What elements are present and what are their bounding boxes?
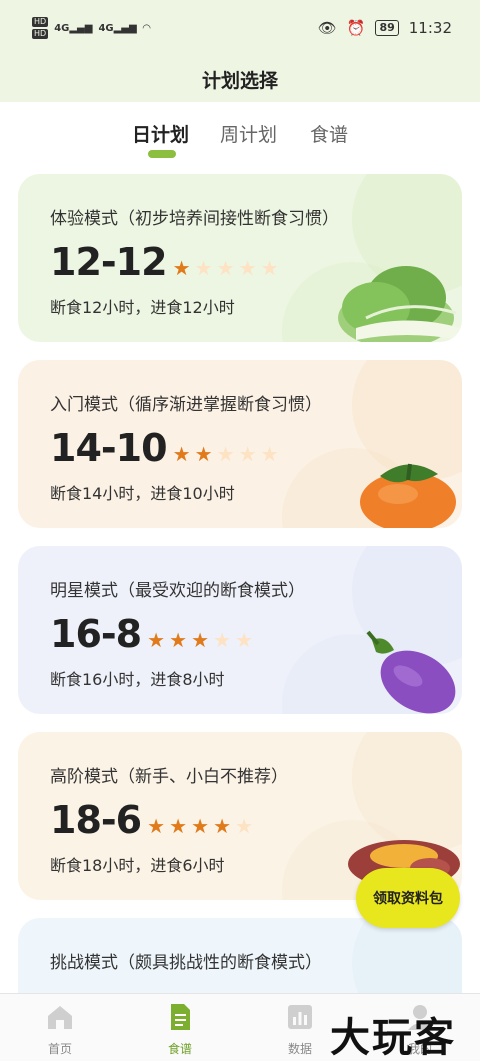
tab-daily[interactable]: 日计划 bbox=[132, 120, 189, 147]
status-left: HD HD 4G▂▄▆ 4G▂▄▆ ◠ bbox=[32, 17, 150, 39]
plan-card-star[interactable]: 明星模式（最受欢迎的断食模式） 16-8 ★ ★ ★ ★ ★ 断食16小时，进食8小时 bbox=[18, 546, 462, 714]
document-icon bbox=[171, 1004, 190, 1030]
signal-icon: 4G▂▄▆ bbox=[54, 22, 93, 34]
plan-code: 16-8 bbox=[50, 612, 142, 656]
difficulty-stars: ★ ★ ★ ★ ★ bbox=[171, 444, 281, 464]
tab-active-indicator bbox=[148, 150, 176, 158]
plan-tabs: 日计划 周计划 食谱 bbox=[0, 114, 480, 164]
star-empty-icon: ★ bbox=[238, 442, 257, 466]
nav-item-data[interactable]: 数据 bbox=[260, 994, 340, 1057]
nav-item-home[interactable]: 首页 bbox=[20, 994, 100, 1057]
hd-badge: HD bbox=[32, 17, 49, 27]
tab-recipes[interactable]: 食谱 bbox=[310, 120, 348, 147]
star-filled-icon: ★ bbox=[191, 628, 210, 652]
plan-mode-row: 14-10 ★ ★ ★ ★ ★ bbox=[50, 426, 281, 470]
clock: 11:32 bbox=[408, 19, 452, 37]
alarm-icon: ⏰ bbox=[346, 19, 366, 37]
plan-summary: 断食14小时，进食10小时 bbox=[50, 484, 235, 503]
persimmon-icon bbox=[360, 463, 456, 528]
hd-badge: HD bbox=[32, 29, 49, 39]
star-empty-icon: ★ bbox=[260, 442, 279, 466]
star-filled-icon: ★ bbox=[169, 628, 188, 652]
star-empty-icon: ★ bbox=[213, 628, 232, 652]
eye-icon: 👁 bbox=[317, 19, 337, 37]
star-filled-icon: ★ bbox=[147, 628, 166, 652]
plan-code: 18-6 bbox=[50, 798, 142, 842]
star-empty-icon: ★ bbox=[260, 256, 279, 280]
plan-description: 挑战模式（颇具挑战性的断食模式） bbox=[50, 953, 322, 973]
star-empty-icon: ★ bbox=[238, 256, 257, 280]
status-bar: HD HD 4G▂▄▆ 4G▂▄▆ ◠ 👁 ⏰ 89 11:32 bbox=[0, 0, 480, 56]
plan-mode-row: 18-6 ★ ★ ★ ★ ★ bbox=[50, 798, 255, 842]
plan-summary: 断食12小时，进食12小时 bbox=[50, 298, 235, 317]
watermark-logo: 大玩客 bbox=[330, 1014, 456, 1061]
hd-indicator: HD HD bbox=[32, 17, 49, 39]
bok-choy-icon bbox=[338, 266, 461, 342]
star-filled-icon: ★ bbox=[213, 814, 232, 838]
plan-code: 14-10 bbox=[50, 426, 168, 470]
plan-description: 明星模式（最受欢迎的断食模式） bbox=[50, 581, 305, 601]
star-filled-icon: ★ bbox=[194, 442, 213, 466]
nav-label: 食谱 bbox=[167, 1042, 192, 1056]
plan-summary: 断食18小时，进食6小时 bbox=[50, 856, 225, 875]
home-icon bbox=[48, 1006, 72, 1029]
star-empty-icon: ★ bbox=[235, 628, 254, 652]
gift-pack-button[interactable]: 领取资料包 bbox=[356, 868, 460, 928]
star-filled-icon: ★ bbox=[172, 442, 191, 466]
plan-description: 高阶模式（新手、小白不推荐） bbox=[50, 767, 288, 787]
plan-mode-row: 12-12 ★ ★ ★ ★ ★ bbox=[50, 240, 281, 284]
nav-label: 数据 bbox=[287, 1042, 312, 1056]
chart-icon bbox=[288, 1005, 312, 1029]
star-empty-icon: ★ bbox=[194, 256, 213, 280]
star-filled-icon: ★ bbox=[147, 814, 166, 838]
star-filled-icon: ★ bbox=[191, 814, 210, 838]
star-filled-icon: ★ bbox=[169, 814, 188, 838]
difficulty-stars: ★ ★ ★ ★ ★ bbox=[145, 630, 255, 650]
nav-item-recipes[interactable]: 食谱 bbox=[140, 994, 220, 1057]
plan-summary: 断食16小时，进食8小时 bbox=[50, 670, 225, 689]
eggplant-icon bbox=[366, 630, 456, 714]
nav-label: 首页 bbox=[47, 1042, 72, 1056]
network-label: 4G bbox=[98, 22, 114, 34]
tab-weekly[interactable]: 周计划 bbox=[220, 120, 277, 147]
star-empty-icon: ★ bbox=[216, 442, 235, 466]
status-right: 👁 ⏰ 89 11:32 bbox=[318, 19, 452, 37]
plan-description: 体验模式（初步培养间接性断食习惯） bbox=[50, 209, 339, 229]
plan-card-beginner[interactable]: 入门模式（循序渐进掌握断食习惯） 14-10 ★ ★ ★ ★ ★ 断食14小时，进食10… bbox=[18, 360, 462, 528]
page-title: 计划选择 bbox=[0, 56, 480, 102]
difficulty-stars: ★ ★ ★ ★ ★ bbox=[171, 258, 281, 278]
difficulty-stars: ★ ★ ★ ★ ★ bbox=[145, 816, 255, 836]
plan-mode-row: 16-8 ★ ★ ★ ★ ★ bbox=[50, 612, 255, 656]
network-label: 4G bbox=[54, 22, 70, 34]
star-empty-icon: ★ bbox=[235, 814, 254, 838]
star-empty-icon: ★ bbox=[216, 256, 235, 280]
wifi-icon: ◠ bbox=[142, 22, 151, 34]
signal-icon: 4G▂▄▆ bbox=[98, 22, 137, 34]
plan-card-trial[interactable]: 体验模式（初步培养间接性断食习惯） 12-12 ★ ★ ★ ★ ★ 断食12小时，进食1… bbox=[18, 174, 462, 342]
star-filled-icon: ★ bbox=[172, 256, 191, 280]
battery-indicator: 89 bbox=[375, 20, 399, 36]
plan-description: 入门模式（循序渐进掌握断食习惯） bbox=[50, 395, 322, 415]
plan-code: 12-12 bbox=[50, 240, 168, 284]
